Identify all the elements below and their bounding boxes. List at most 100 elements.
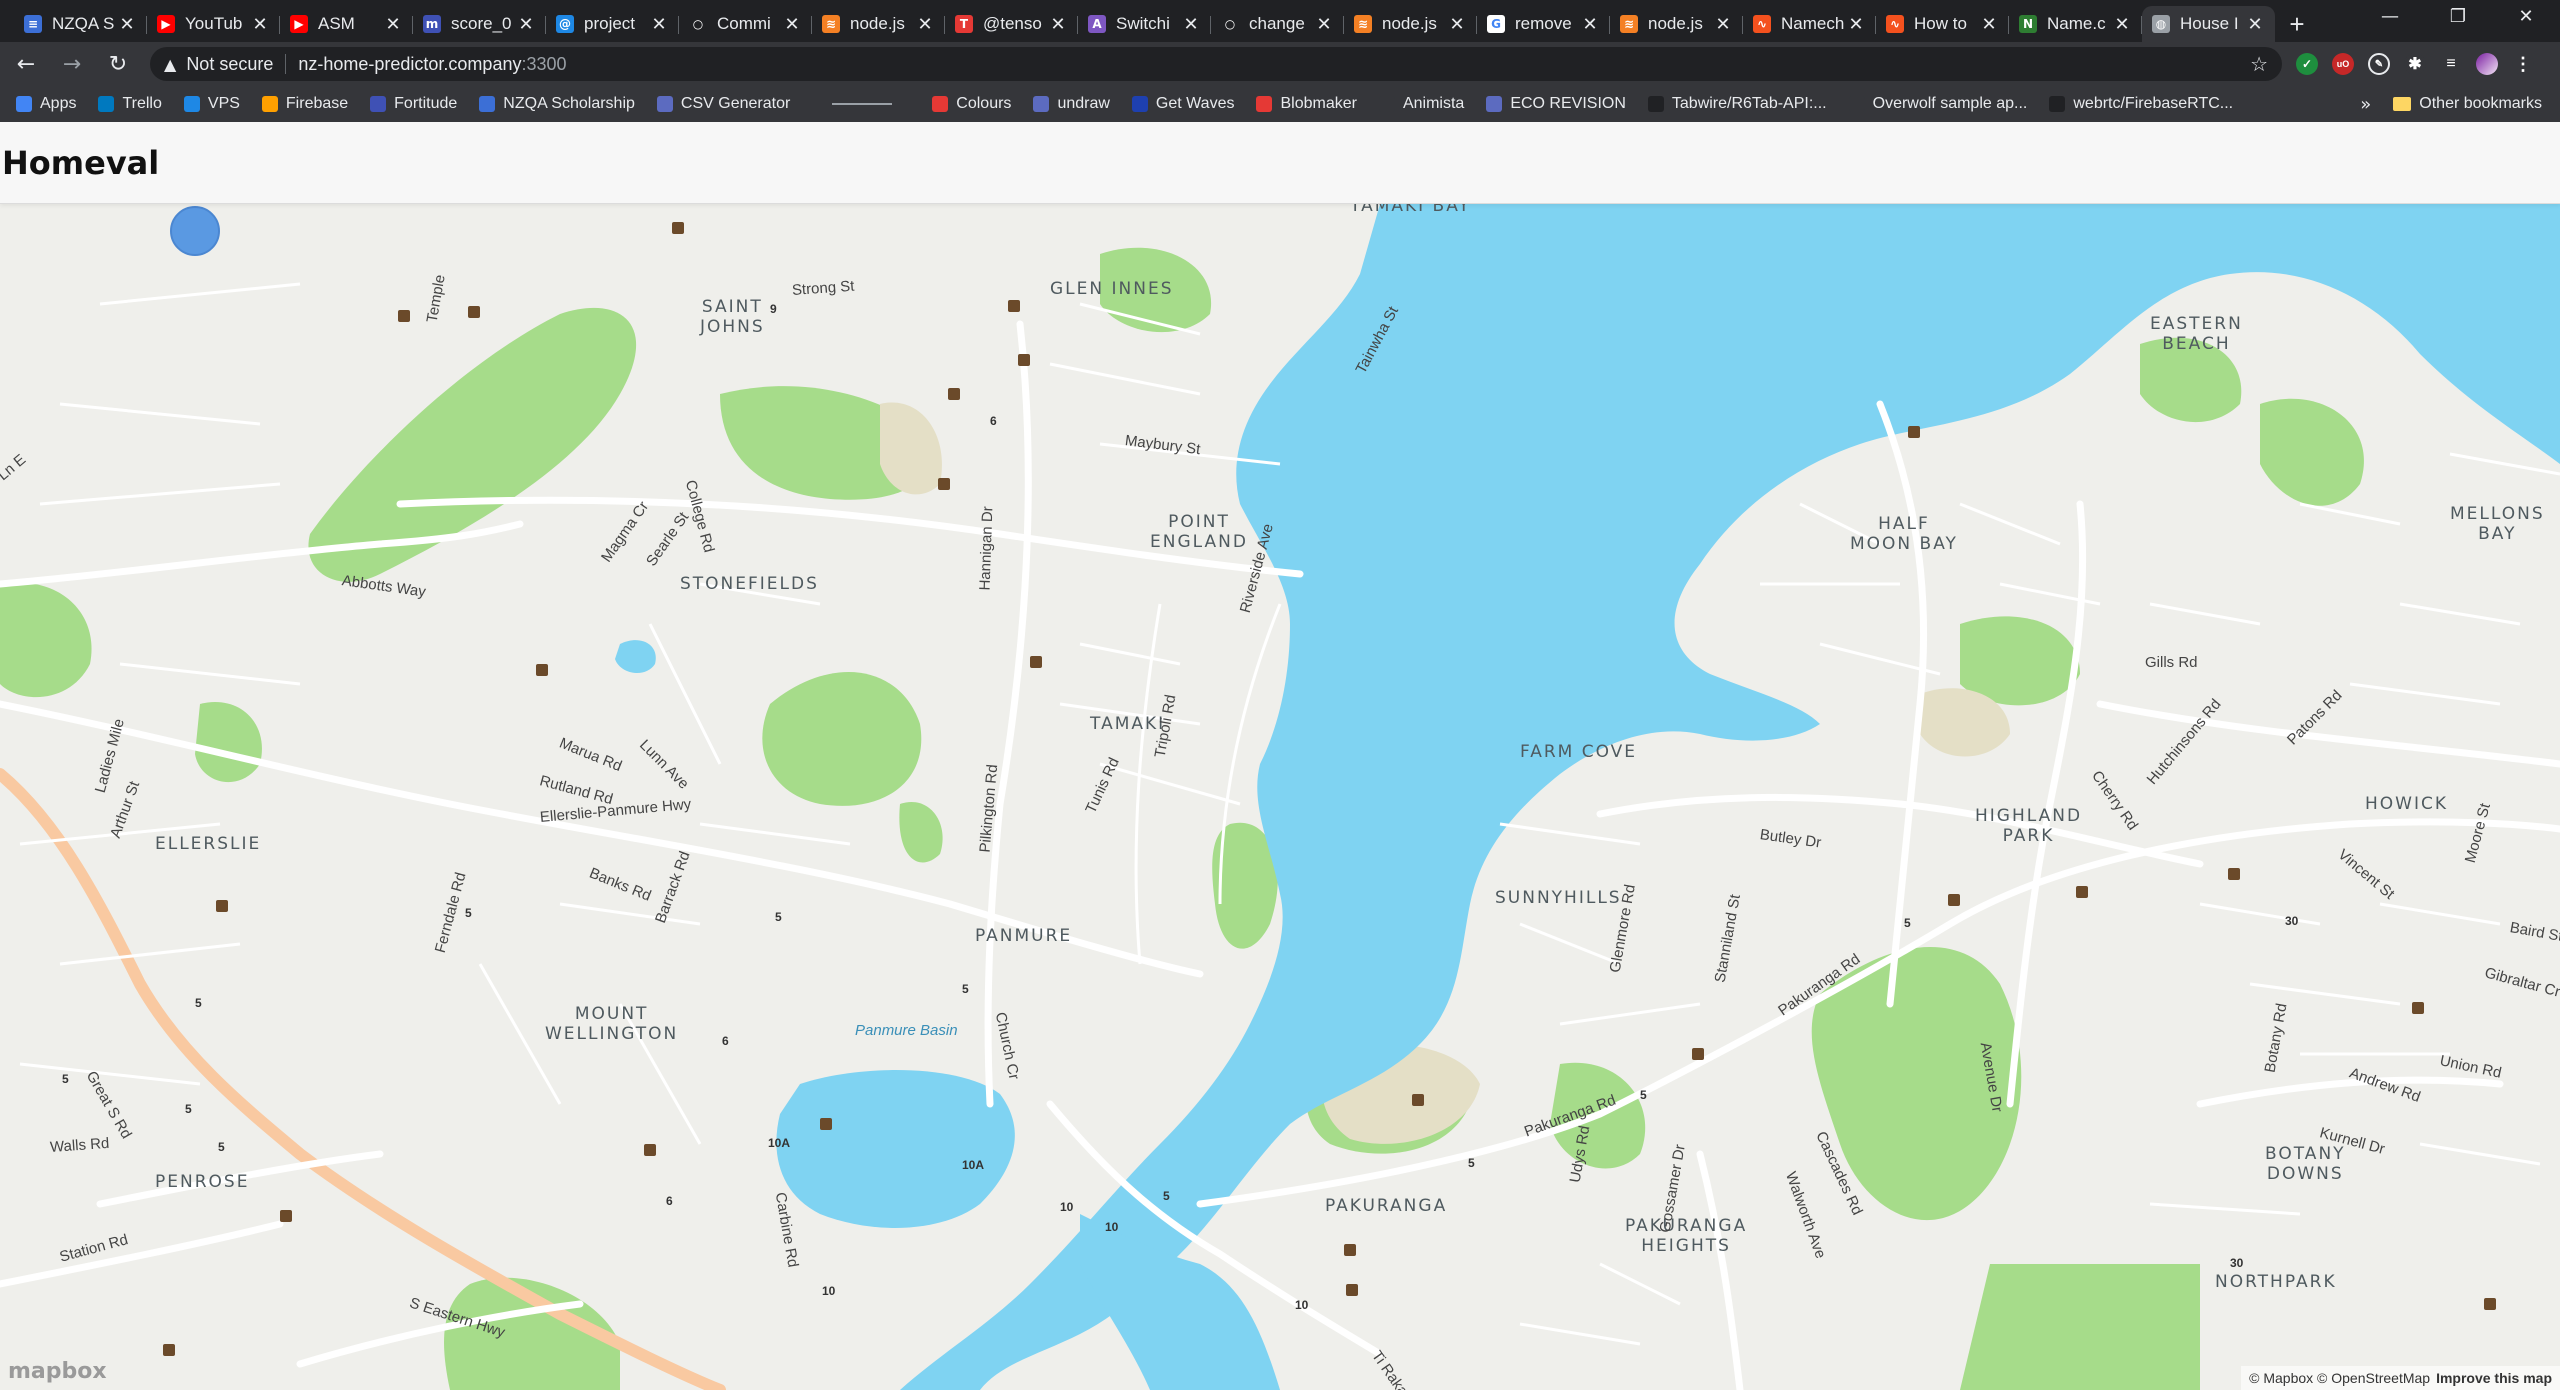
bookmark-item[interactable]: Fortitude — [370, 95, 457, 113]
tab-close-icon[interactable]: ✕ — [383, 14, 403, 35]
selected-location-marker[interactable] — [170, 206, 220, 256]
forward-icon[interactable]: → — [52, 44, 92, 84]
browser-tab[interactable]: ∿ How to ✕ — [1876, 6, 2009, 42]
poi-marker[interactable] — [1030, 656, 1042, 668]
tab-close-icon[interactable]: ✕ — [1846, 14, 1866, 35]
browser-tab[interactable]: @ project ✕ — [546, 6, 679, 42]
security-label[interactable]: Not secure — [186, 54, 273, 75]
extensions-puzzle-icon[interactable]: ✱ — [2404, 53, 2426, 75]
browser-tab[interactable]: N Name.c ✕ — [2009, 6, 2142, 42]
address-bar[interactable]: ▲ Not secure nz-home-predictor.company:3… — [150, 47, 2282, 81]
back-icon[interactable]: ← — [6, 44, 46, 84]
poi-marker[interactable] — [820, 1118, 832, 1130]
poi-marker[interactable] — [948, 388, 960, 400]
poi-marker[interactable] — [2076, 886, 2088, 898]
poi-marker[interactable] — [1948, 894, 1960, 906]
bookmark-item[interactable]: NZQA Scholarship — [479, 95, 635, 113]
browser-tab[interactable]: m score_0 ✕ — [413, 6, 546, 42]
poi-marker[interactable] — [280, 1210, 292, 1222]
poi-marker[interactable] — [216, 900, 228, 912]
poi-marker[interactable] — [1344, 1244, 1356, 1256]
tab-close-icon[interactable]: ✕ — [2112, 14, 2132, 35]
tab-close-icon[interactable]: ✕ — [117, 14, 137, 35]
bookmark-item[interactable]: Firebase — [261, 95, 348, 113]
profile-avatar[interactable] — [2476, 53, 2498, 75]
bookmark-item[interactable]: ECO REVISION — [1486, 95, 1626, 113]
tab-close-icon[interactable]: ✕ — [1181, 14, 1201, 35]
poi-marker[interactable] — [1008, 300, 1020, 312]
bookmark-item[interactable]: Overwolf sample ap... — [1848, 95, 2027, 113]
tab-close-icon[interactable]: ✕ — [782, 14, 802, 35]
shield-extension-icon[interactable]: ✓ — [2296, 53, 2318, 75]
tab-close-icon[interactable]: ✕ — [1048, 14, 1068, 35]
bookmark-item[interactable]: webrtc/FirebaseRTC... — [2049, 95, 2233, 113]
poi-marker[interactable] — [1692, 1048, 1704, 1060]
bookmark-item[interactable]: VPS — [183, 95, 240, 113]
poi-marker[interactable] — [2228, 868, 2240, 880]
media-control-icon[interactable]: ≡ — [2440, 53, 2462, 75]
tab-close-icon[interactable]: ✕ — [1713, 14, 1733, 35]
poi-marker[interactable] — [468, 306, 480, 318]
poi-marker[interactable] — [2484, 1298, 2496, 1310]
bookmark-item[interactable]: Trello — [98, 95, 162, 113]
pen-extension-icon[interactable]: ✎ — [2368, 53, 2390, 75]
bookmark-item[interactable]: Blobmaker — [1256, 95, 1357, 113]
bookmark-item[interactable]: Get Waves — [1131, 95, 1234, 113]
browser-tab[interactable]: T @tenso ✕ — [945, 6, 1078, 42]
poi-marker[interactable] — [938, 478, 950, 490]
bookmark-item[interactable]: Animista — [1378, 95, 1464, 113]
ublock-extension-icon[interactable]: uO — [2332, 53, 2354, 75]
menu-kebab-icon[interactable]: ⋮ — [2512, 53, 2534, 75]
poi-marker[interactable] — [1412, 1094, 1424, 1106]
new-tab-button[interactable]: + — [2275, 6, 2319, 42]
tab-close-icon[interactable]: ✕ — [1447, 14, 1467, 35]
map-canvas[interactable]: SAINT JOHNS GLEN INNES TAMAKI BAY EASTERN… — [0, 204, 2560, 1390]
bookmark-item[interactable]: CSV Generator — [656, 95, 790, 113]
poi-marker[interactable] — [1346, 1284, 1358, 1296]
browser-tab[interactable]: ○ Commi ✕ — [679, 6, 812, 42]
browser-tab[interactable]: Gremove ✕ — [1477, 6, 1610, 42]
poi-marker[interactable] — [398, 310, 410, 322]
browser-tab[interactable]: ○ change ✕ — [1211, 6, 1344, 42]
browser-tab[interactable]: ∿ Namech ✕ — [1743, 6, 1876, 42]
browser-tab[interactable]: ≡ NZQA S ✕ — [14, 6, 147, 42]
poi-marker[interactable] — [536, 664, 548, 676]
tab-close-icon[interactable]: ✕ — [516, 14, 536, 35]
minimize-icon[interactable]: — — [2356, 0, 2424, 32]
poi-marker[interactable] — [1018, 354, 1030, 366]
other-bookmarks-folder[interactable]: Other bookmarks — [2393, 95, 2542, 113]
poi-marker[interactable] — [2412, 1002, 2424, 1014]
browser-tab[interactable]: ≋ node.js ✕ — [812, 6, 945, 42]
poi-marker[interactable] — [1908, 426, 1920, 438]
tab-close-icon[interactable]: ✕ — [649, 14, 669, 35]
poi-marker[interactable] — [644, 1144, 656, 1156]
tab-close-icon[interactable]: ✕ — [1979, 14, 1999, 35]
bookmark-item[interactable]: Colours — [932, 95, 1011, 113]
poi-marker[interactable] — [672, 222, 684, 234]
browser-tab[interactable]: ◍ House I ✕ — [2142, 6, 2275, 42]
tab-close-icon[interactable]: ✕ — [1580, 14, 1600, 35]
bookmarks-overflow-chevron[interactable]: » — [2360, 94, 2371, 115]
mapbox-logo[interactable]: mapbox — [8, 1359, 107, 1384]
browser-tab[interactable]: ≋ node.js ✕ — [1610, 6, 1743, 42]
bookmark-item[interactable]: Tabwire/R6Tab-API:... — [1647, 95, 1827, 113]
reload-icon[interactable]: ↻ — [98, 44, 138, 84]
close-window-icon[interactable]: ✕ — [2492, 0, 2560, 32]
poi-marker[interactable] — [163, 1344, 175, 1356]
app-brand[interactable]: Homeval — [2, 144, 159, 182]
tab-close-icon[interactable]: ✕ — [915, 14, 935, 35]
attribution-text[interactable]: © Mapbox © OpenStreetMap — [2249, 1370, 2430, 1386]
bookmark-item[interactable]: Apps — [16, 95, 76, 113]
warning-icon[interactable]: ▲ — [164, 55, 176, 74]
browser-tab[interactable]: ▶ ASM ✕ — [280, 6, 413, 42]
tab-close-icon[interactable]: ✕ — [250, 14, 270, 35]
maximize-icon[interactable]: ❐ — [2424, 0, 2492, 32]
bookmark-item[interactable]: undraw — [1033, 95, 1110, 113]
bookmark-star-icon[interactable]: ☆ — [2250, 52, 2268, 76]
tab-close-icon[interactable]: ✕ — [2245, 14, 2265, 35]
browser-tab[interactable]: ≋ node.js ✕ — [1344, 6, 1477, 42]
improve-map-link[interactable]: Improve this map — [2436, 1370, 2552, 1386]
browser-tab[interactable]: ▶ YouTub ✕ — [147, 6, 280, 42]
tab-close-icon[interactable]: ✕ — [1314, 14, 1334, 35]
browser-tab[interactable]: A Switchi ✕ — [1078, 6, 1211, 42]
